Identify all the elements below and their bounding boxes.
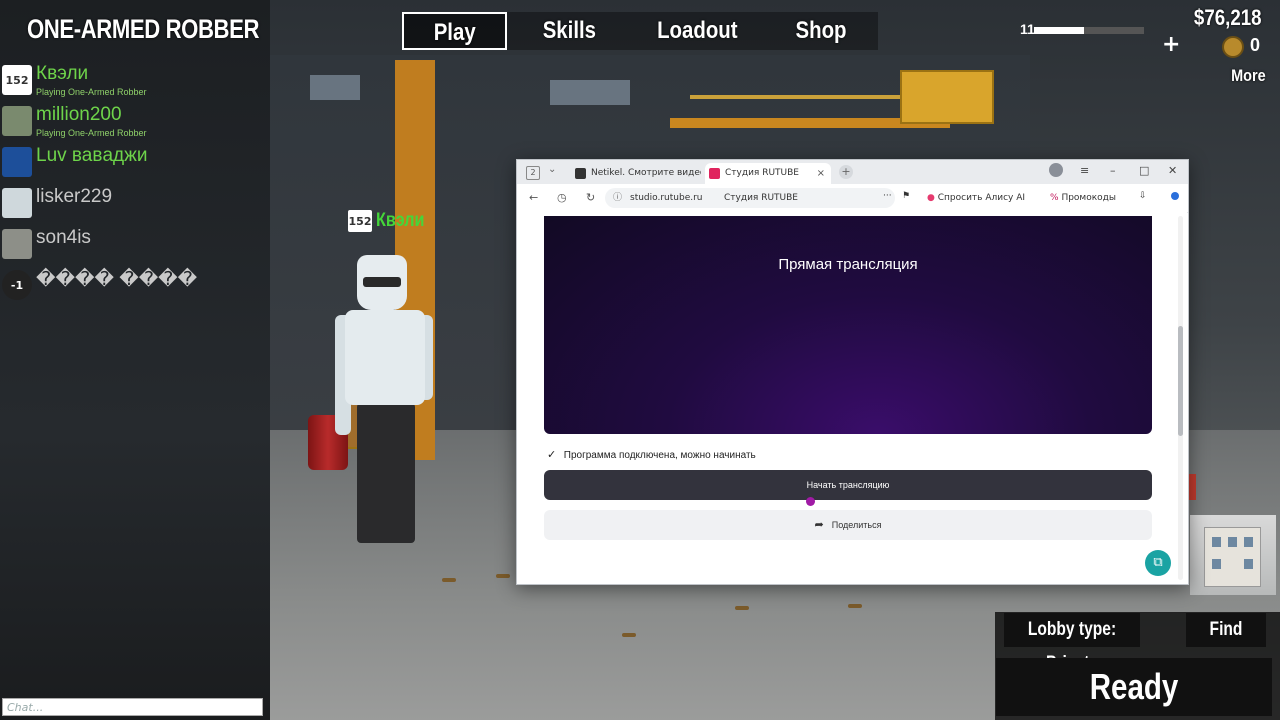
bullet-shell — [622, 633, 636, 637]
profile-icon[interactable] — [1049, 163, 1063, 177]
add-money-button[interactable]: + — [1162, 32, 1180, 57]
tab-shop[interactable]: Shop — [763, 12, 878, 50]
player-name: son4is — [36, 227, 91, 248]
connection-status: ✓ Программа подключена, можно начинать — [547, 448, 756, 461]
browser-tab-active[interactable]: Студия RUTUBE × — [705, 163, 831, 184]
url-page-title: Студия RUTUBE — [724, 193, 798, 203]
player-nametag: 152 Квэли — [348, 210, 433, 232]
more-button[interactable]: More — [1231, 66, 1266, 86]
browser-window: 2 ⌄ Netikel. Смотрите видео о Студия RUT… — [516, 159, 1189, 585]
scroll-thumb[interactable] — [1178, 326, 1183, 436]
lobby-type-button[interactable]: Lobby type: Private — [1004, 613, 1140, 674]
share-icon: ➦ — [814, 519, 824, 531]
player-entry[interactable]: 152 Квэли Playing One-Armed Robber — [0, 62, 265, 103]
start-stream-button[interactable]: Начать трансляцию — [544, 470, 1152, 500]
share-button[interactable]: ➦ Поделиться — [544, 510, 1152, 540]
maximize-icon[interactable]: □ — [1139, 164, 1149, 177]
player-entry[interactable]: -1 ���� ���� — [0, 267, 265, 308]
xp-bar — [1034, 27, 1144, 34]
ready-button[interactable]: Ready — [996, 658, 1272, 716]
money-counter: $76,218 — [1194, 5, 1262, 30]
bullet-shell — [442, 578, 456, 582]
status-text: Программа подключена, можно начинать — [563, 450, 756, 461]
tab-skills[interactable]: Skills — [507, 12, 631, 50]
avatar — [2, 106, 32, 136]
avatar — [2, 229, 32, 259]
coin-icon — [1222, 36, 1244, 58]
scrollbar[interactable] — [1178, 216, 1183, 580]
game-title: ONE-ARMED ROBBER — [27, 14, 260, 44]
avatar — [2, 188, 32, 218]
close-window-icon[interactable]: ✕ — [1168, 164, 1177, 177]
xp-bar-fill — [1034, 27, 1084, 34]
chat-input[interactable]: Chat... — [2, 698, 263, 716]
site-info-icon[interactable]: ⓘ — [613, 188, 622, 208]
alice-ext-button[interactable]: ● Спросить Алису AI — [927, 193, 1025, 203]
tab-bar: 2 ⌄ Netikel. Смотрите видео о Студия RUT… — [517, 160, 1188, 184]
chevron-down-icon[interactable]: ⌄ — [548, 164, 556, 175]
player-name: ���� ���� — [36, 269, 198, 290]
player-list: 152 Квэли Playing One-Armed Robber milli… — [0, 62, 265, 308]
player-character — [335, 255, 435, 555]
player-entry[interactable]: lisker229 — [0, 185, 265, 226]
reload-icon[interactable]: ↻ — [586, 191, 595, 204]
tab-count[interactable]: 2 — [526, 166, 540, 180]
close-tab-icon[interactable]: × — [817, 163, 825, 184]
notification-dot-icon — [1171, 192, 1179, 200]
coin-counter: 0 — [1250, 35, 1261, 55]
avatar — [2, 147, 32, 177]
page-content: Прямая трансляция ✓ Программа подключена… — [517, 212, 1187, 584]
address-bar: ← ◷ ↻ ⓘ studio.rutube.ru Студия RUTUBE ·… — [517, 184, 1188, 213]
player-entry[interactable]: Luv вавaджи — [0, 144, 265, 185]
check-icon: ✓ — [547, 449, 557, 461]
new-tab-button[interactable]: + — [839, 165, 853, 179]
map-preview — [1190, 515, 1276, 595]
find-game-button[interactable]: Find game — [1186, 613, 1266, 674]
tab-loadout[interactable]: Loadout — [631, 12, 763, 50]
history-icon[interactable]: ◷ — [557, 191, 567, 204]
url-host: studio.rutube.ru — [630, 193, 703, 203]
more-icon[interactable]: ··· — [883, 191, 892, 201]
player-entry[interactable]: son4is — [0, 226, 265, 267]
minimize-icon[interactable]: – — [1110, 164, 1116, 177]
bullet-shell — [848, 604, 862, 608]
warehouse-window — [310, 75, 360, 100]
nametag-level: 152 — [348, 210, 372, 232]
back-icon[interactable]: ← — [529, 191, 538, 204]
stream-preview: Прямая трансляция — [544, 216, 1152, 434]
bookmark-icon[interactable]: ⚑ — [902, 191, 910, 201]
avatar: 152 — [2, 65, 32, 95]
crate — [900, 70, 994, 124]
player-entry[interactable]: million200 Playing One-Armed Robber — [0, 103, 265, 144]
player-name: Квэли — [36, 63, 89, 84]
player-level: 11 — [1020, 21, 1035, 37]
mouse-cursor — [806, 497, 815, 506]
bullet-shell — [496, 574, 510, 578]
main-nav: Play Skills Loadout Shop — [402, 12, 878, 50]
rutube-favicon-icon — [709, 168, 720, 179]
nametag-name: Квэли — [376, 210, 425, 231]
bullet-shell — [735, 606, 749, 610]
tab-play[interactable]: Play — [402, 12, 507, 50]
browser-tab[interactable]: Netikel. Смотрите видео о — [571, 163, 701, 184]
menu-icon[interactable]: ≡ — [1080, 164, 1089, 177]
player-status: Playing One-Armed Robber — [36, 87, 147, 97]
url-field[interactable]: ⓘ studio.rutube.ru Студия RUTUBE — [605, 188, 895, 208]
warehouse-window — [550, 80, 630, 105]
download-icon[interactable]: ⇩ — [1139, 191, 1147, 201]
copy-icon[interactable]: ⧉ — [1145, 550, 1171, 576]
player-name: million200 — [36, 104, 122, 125]
player-name: Luv вавaджи — [36, 145, 148, 166]
promo-ext-button[interactable]: % Промокоды — [1050, 193, 1116, 203]
preview-title: Прямая трансляция — [778, 256, 918, 273]
avatar: -1 — [2, 270, 32, 300]
tab-favicon-icon — [575, 168, 586, 179]
player-status: Playing One-Armed Robber — [36, 128, 147, 138]
player-name: lisker229 — [36, 186, 113, 207]
